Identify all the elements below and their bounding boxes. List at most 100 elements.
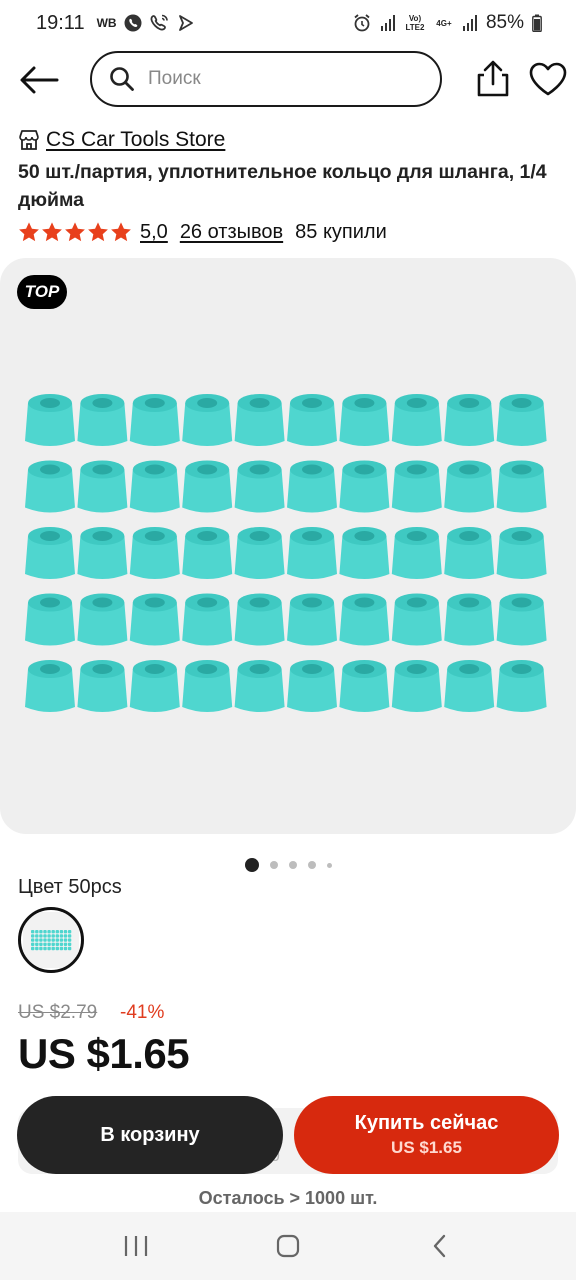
seal-ring	[77, 460, 128, 513]
discount-badge: -41%	[120, 1002, 165, 1023]
seal-ring	[129, 460, 180, 513]
seal-ring	[339, 593, 390, 646]
seal-ring	[287, 660, 337, 712]
seal-ring	[496, 527, 547, 579]
seal-ring	[496, 394, 547, 446]
seal-ring	[182, 460, 233, 513]
store-icon	[19, 130, 39, 150]
store-name: CS Car Tools Store	[46, 128, 226, 151]
rating-stars	[18, 221, 132, 243]
seal-ring	[339, 460, 390, 513]
seal-ring	[25, 593, 75, 646]
seal-ring	[77, 527, 128, 579]
heart-icon	[529, 62, 567, 96]
stock-text: Осталось > 1000 шт.	[198, 1188, 378, 1208]
seal-ring	[182, 394, 233, 446]
action-buttons: 00 В корзину Купить сейчас US $1.65	[0, 1096, 576, 1176]
status-time: 19:11	[36, 11, 85, 34]
favorite-button[interactable]	[527, 58, 569, 100]
seal-ring	[496, 460, 547, 513]
network-type-label: 4G+	[436, 18, 452, 28]
wb-badge: WB	[96, 16, 117, 30]
top-header: Поиск	[0, 50, 576, 108]
seal-ring	[234, 593, 285, 646]
status-right: Vo) LTE2 4G+ 85%	[352, 12, 542, 34]
store-link[interactable]: CS Car Tools Store	[18, 128, 225, 152]
seal-ring	[129, 660, 180, 712]
seal-ring	[339, 527, 390, 579]
seal-ring	[182, 593, 233, 646]
reviews-link[interactable]: 26 отзывов	[180, 221, 283, 244]
search-placeholder: Поиск	[148, 68, 201, 89]
star-icon	[88, 222, 108, 242]
seal-ring	[287, 394, 337, 446]
seal-ring	[25, 394, 75, 446]
seal-ring	[25, 527, 75, 579]
recent-apps-icon	[124, 1236, 148, 1256]
seal-ring	[234, 527, 285, 579]
buy-now-price: US $1.65	[391, 1138, 462, 1157]
sold-count: 85 купили	[295, 220, 387, 243]
pagination-dot	[326, 862, 332, 868]
seal-ring	[234, 460, 285, 513]
rating-value[interactable]: 5,0	[140, 221, 168, 244]
old-price: US $2.79	[18, 1002, 98, 1023]
buy-now-button[interactable]: Купить сейчас US $1.65	[294, 1096, 559, 1174]
seal-ring	[496, 593, 547, 646]
home-icon	[276, 1234, 300, 1258]
seal-ring	[287, 593, 337, 646]
add-to-cart-label: В корзину	[100, 1123, 200, 1146]
home-button[interactable]	[263, 1221, 313, 1271]
seal-ring	[391, 660, 442, 712]
seal-ring	[287, 460, 337, 513]
add-to-cart-button[interactable]: В корзину	[17, 1096, 283, 1174]
pagination-dot	[288, 861, 297, 869]
volte-label: Vo) LTE2	[405, 14, 425, 32]
seal-ring	[391, 460, 442, 513]
star-icon	[111, 222, 131, 242]
star-icon	[65, 222, 85, 242]
product-image	[25, 394, 547, 712]
back-nav-button[interactable]	[415, 1221, 465, 1271]
seal-ring	[77, 660, 128, 712]
seal-ring	[129, 593, 180, 646]
seal-ring	[77, 394, 128, 446]
seal-ring	[129, 527, 180, 579]
pagination-dot-active	[244, 858, 259, 872]
product-title: 50 шт./партия, уплотнительное кольцо для…	[18, 161, 547, 211]
seal-ring	[182, 660, 233, 712]
seal-ring	[444, 660, 495, 712]
seal-ring	[444, 394, 495, 446]
status-bar: 19:11 WB Vo) LTE2 4G+ 85%	[0, 0, 576, 46]
product-gallery[interactable]: TOP	[0, 258, 576, 834]
whatsapp-icon	[123, 13, 143, 33]
phone-call-icon	[149, 13, 171, 33]
pagination-dot	[269, 861, 278, 869]
search-input[interactable]: Поиск	[90, 51, 442, 107]
seal-ring	[444, 593, 495, 646]
seal-ring	[444, 460, 495, 513]
system-nav-bar	[0, 1212, 576, 1280]
seal-ring	[287, 527, 337, 579]
back-button[interactable]	[18, 60, 60, 100]
color-swatch-50pcs[interactable]	[18, 907, 84, 973]
seal-ring	[234, 660, 285, 712]
alarm-icon	[352, 13, 372, 33]
back-arrow-icon	[20, 66, 59, 94]
star-icon	[19, 222, 39, 242]
play-send-icon	[177, 13, 195, 33]
seal-ring	[391, 527, 442, 579]
share-icon	[477, 60, 509, 97]
rating-row: 5,0 26 отзывов 85 купили	[18, 217, 387, 247]
share-button[interactable]	[472, 58, 514, 100]
seal-ring	[77, 593, 128, 646]
swatch-thumbnail	[23, 912, 79, 968]
recent-apps-button[interactable]	[111, 1221, 161, 1271]
battery-icon	[532, 14, 542, 32]
current-price: US $1.65	[18, 1030, 190, 1077]
seal-ring	[391, 593, 442, 646]
back-chevron-icon	[433, 1234, 446, 1258]
seal-ring	[444, 527, 495, 579]
seal-ring	[182, 527, 233, 579]
search-icon	[110, 67, 134, 91]
